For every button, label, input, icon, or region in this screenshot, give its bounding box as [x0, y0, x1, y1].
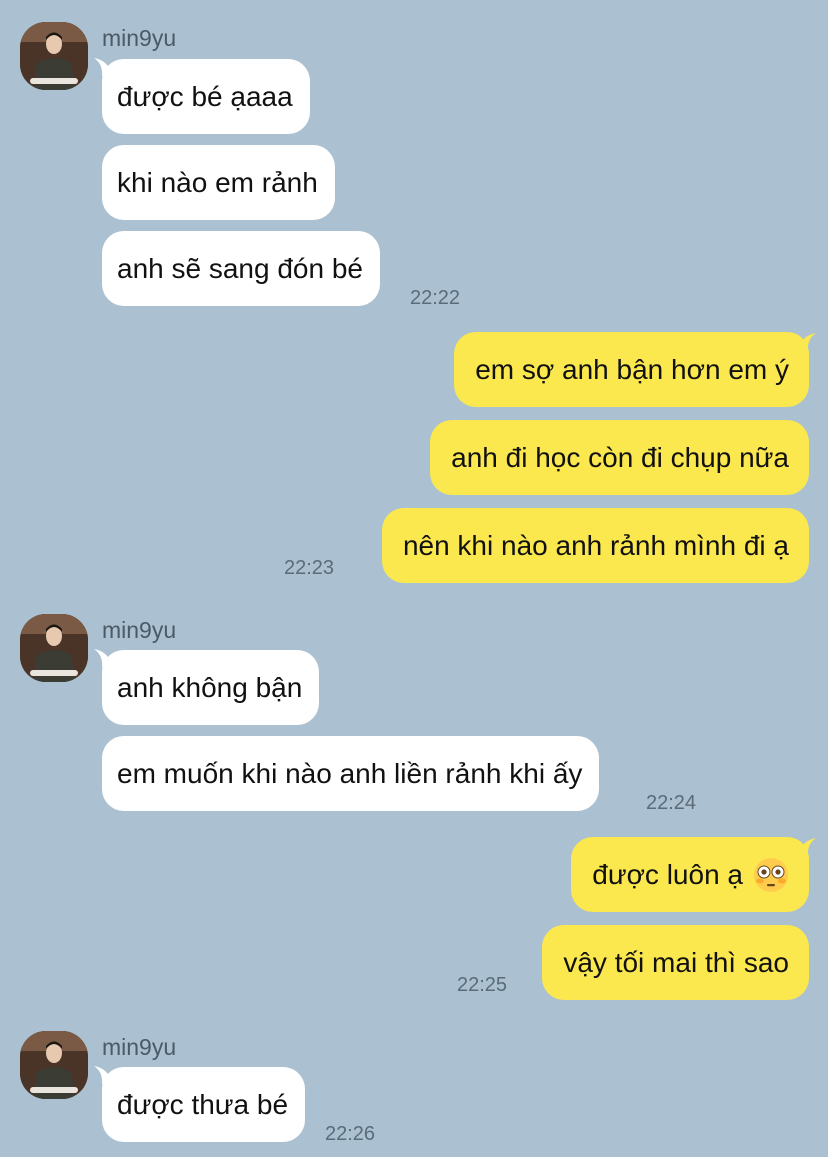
- sender-name: min9yu: [102, 1034, 177, 1060]
- message-bubble-incoming[interactable]: anh không bận: [102, 650, 320, 725]
- message-timestamp: 22:22: [410, 287, 461, 309]
- avatar-photo: [20, 22, 88, 90]
- message-bubble-outgoing[interactable]: nên khi nào anh rảnh mình đi ạ: [381, 508, 809, 583]
- message-bubble-outgoing[interactable]: vậy tối mai thì sao: [542, 925, 809, 1000]
- flushed-face-icon: [754, 857, 788, 892]
- chat-view: min9yu được bé ạaaa khi nào em rảnh anh …: [0, 0, 828, 1157]
- sender-name: min9yu: [102, 25, 177, 51]
- message-bubble-incoming[interactable]: em muốn khi nào anh liền rảnh khi ấy: [102, 736, 600, 811]
- message-timestamp: 22:23: [284, 557, 335, 579]
- avatar[interactable]: [20, 614, 88, 682]
- message-timestamp: 22:25: [457, 974, 508, 996]
- message-bubble-incoming[interactable]: khi nào em rảnh: [102, 145, 335, 220]
- message-bubble-incoming[interactable]: anh sẽ sang đón bé: [102, 231, 380, 306]
- message-bubble-outgoing[interactable]: em sợ anh bận hơn em ý: [454, 332, 809, 407]
- avatar[interactable]: [20, 22, 88, 90]
- message-bubble-incoming[interactable]: được bé ạaaa: [102, 59, 310, 134]
- avatar-photo: [20, 1031, 88, 1099]
- avatar-photo: [20, 614, 88, 682]
- message-timestamp: 22:26: [325, 1123, 376, 1145]
- avatar[interactable]: [20, 1031, 88, 1099]
- message-bubble-outgoing[interactable]: anh đi học còn đi chụp nữa: [430, 420, 809, 495]
- message-timestamp: 22:24: [646, 792, 697, 814]
- message-bubble-outgoing[interactable]: được luôn ạ: [571, 837, 809, 912]
- sender-name: min9yu: [102, 617, 177, 643]
- message-text: được luôn ạ: [592, 858, 743, 890]
- message-bubble-incoming[interactable]: được thưa bé: [102, 1067, 306, 1142]
